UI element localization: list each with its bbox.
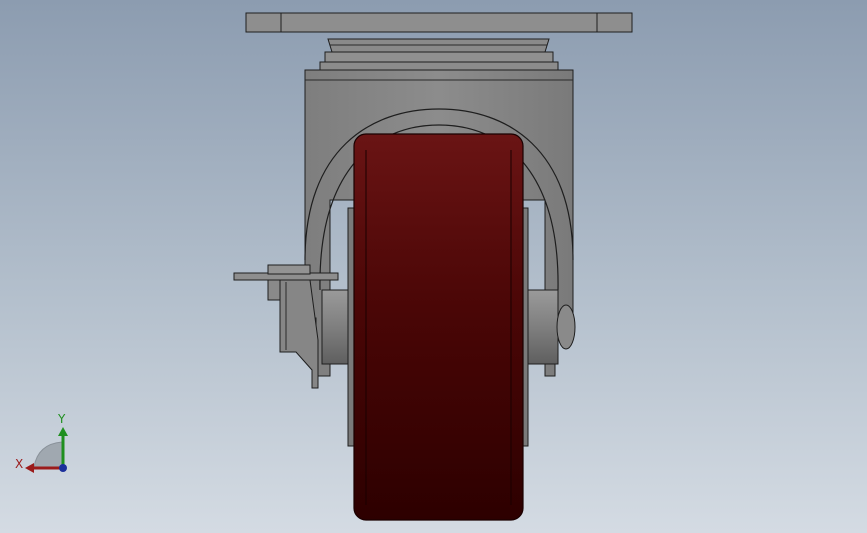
swivel-bearing[interactable] [319, 38, 559, 71]
caster-model[interactable] [0, 0, 867, 533]
orientation-triad[interactable]: Y X [14, 412, 74, 478]
y-axis-label: Y [58, 412, 66, 426]
top-mounting-plate[interactable] [245, 12, 633, 33]
z-axis-icon [59, 464, 67, 472]
y-axis-arrow-icon [58, 427, 68, 436]
x-axis-label: X [15, 457, 24, 471]
3d-viewport[interactable]: Y X [0, 0, 867, 533]
triad-plane [33, 441, 63, 468]
x-axis-arrow-icon [25, 463, 34, 473]
wheel[interactable] [353, 133, 524, 521]
